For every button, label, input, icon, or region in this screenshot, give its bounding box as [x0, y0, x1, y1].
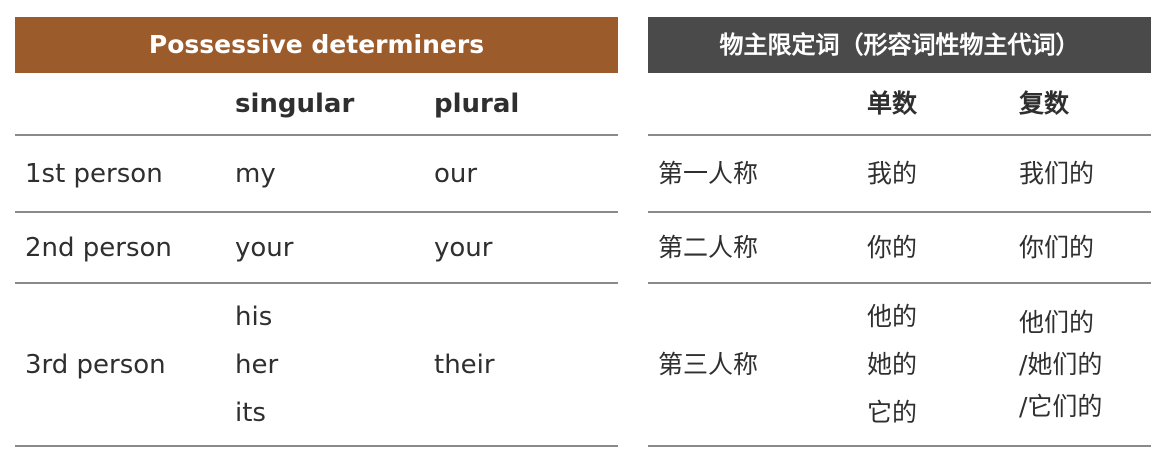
singular-value: 它的: [867, 397, 918, 427]
table-row: 第三人称 他的 她的 它的 他们的 /她们的 /它们的: [648, 284, 1151, 447]
singular-cell: 他的 她的 它的: [867, 284, 917, 445]
header-plural: plural: [434, 88, 520, 119]
singular-cell: 你的: [867, 213, 917, 282]
table-row: 第一人称 我的 我们的: [648, 136, 1151, 213]
plural-value: 他们的: [1019, 307, 1095, 337]
singular-value: your: [235, 232, 294, 263]
plural-cell: their: [434, 284, 495, 445]
plural-value: our: [434, 158, 478, 189]
table-row: 2nd person your your: [15, 213, 618, 284]
possessive-determiners-table: Possessive determiners singular plural 1…: [15, 17, 618, 447]
table-title: Possessive determiners: [15, 17, 618, 73]
singular-value: 她的: [867, 349, 918, 379]
person-cell: 1st person: [25, 158, 163, 189]
singular-value: my: [235, 158, 276, 189]
plural-cell: 我们的: [1019, 136, 1094, 211]
plural-value: 我们的: [1019, 158, 1095, 188]
header-singular: singular: [235, 88, 355, 119]
person-cell: 第一人称: [658, 158, 759, 188]
plural-value: /它们的: [1019, 391, 1103, 421]
plural-cell: 你们的: [1019, 213, 1094, 282]
table-title: 物主限定词（形容词性物主代词）: [648, 17, 1151, 73]
singular-value: its: [235, 397, 266, 428]
plural-value: /她们的: [1019, 349, 1103, 379]
singular-value: his: [235, 301, 273, 332]
person-cell: 2nd person: [25, 232, 172, 263]
header-singular: 单数: [867, 88, 918, 118]
singular-value: 他的: [867, 301, 918, 331]
plural-value: their: [434, 349, 495, 380]
table-header-row: singular plural: [15, 73, 618, 136]
chinese-possessive-determiners-table: 物主限定词（形容词性物主代词） 单数 复数 第一人称 我的 我们的 第二人称 你…: [648, 17, 1151, 447]
singular-value: 我的: [867, 158, 918, 188]
singular-cell: his her its: [235, 284, 278, 445]
table-row: 3rd person his her its their: [15, 284, 618, 447]
person-cell: 第三人称: [658, 349, 759, 379]
singular-value: 你的: [867, 232, 918, 262]
plural-value: 你们的: [1019, 232, 1095, 262]
plural-cell: your: [434, 213, 492, 282]
table-row: 第二人称 你的 你们的: [648, 213, 1151, 284]
person-cell: 3rd person: [25, 349, 166, 380]
person-cell: 第二人称: [658, 232, 759, 262]
singular-cell: my: [235, 136, 276, 211]
plural-value: your: [434, 232, 493, 263]
table-row: 1st person my our: [15, 136, 618, 213]
singular-cell: your: [235, 213, 293, 282]
header-plural: 复数: [1019, 88, 1070, 118]
table-header-row: 单数 复数: [648, 73, 1151, 136]
plural-cell: our: [434, 136, 477, 211]
singular-value: her: [235, 349, 279, 380]
singular-cell: 我的: [867, 136, 917, 211]
plural-cell: 他们的 /她们的 /它们的: [1019, 284, 1102, 445]
